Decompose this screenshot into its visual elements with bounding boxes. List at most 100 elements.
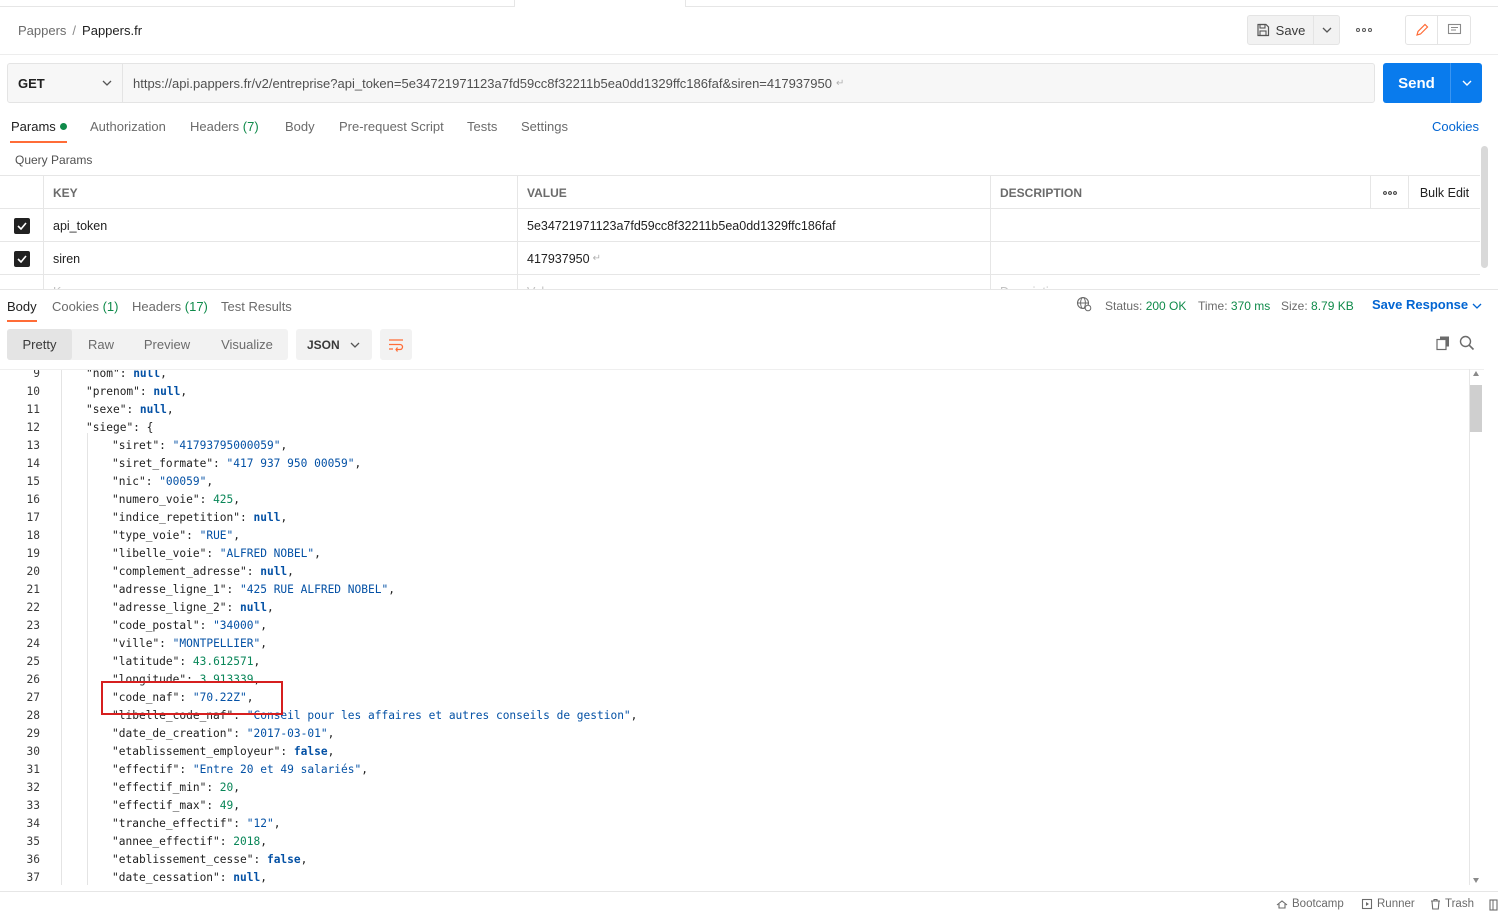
wrap-lines-button[interactable] xyxy=(380,329,412,360)
json-quote: " xyxy=(86,403,93,416)
active-request-tab[interactable] xyxy=(514,0,686,7)
param-description[interactable] xyxy=(990,209,1370,242)
breadcrumb-collection[interactable]: Pappers xyxy=(18,23,66,38)
param-checkbox[interactable] xyxy=(13,250,30,267)
json-value: "Entre 20 et 49 salariés" xyxy=(192,763,362,776)
param-key[interactable]: api_token xyxy=(43,209,517,242)
tab-response-cookies[interactable]: Cookies (1) xyxy=(52,299,118,314)
param-key-placeholder[interactable]: Key xyxy=(43,275,517,289)
param-description[interactable] xyxy=(990,242,1370,275)
json-key: date_cessation xyxy=(118,871,214,884)
save-response-button[interactable]: Save Response xyxy=(1372,297,1482,312)
send-options-button[interactable] xyxy=(1450,63,1482,103)
globe-icon[interactable] xyxy=(1076,296,1092,312)
line-number: 19 xyxy=(26,547,40,560)
save-options-button[interactable] xyxy=(1314,15,1340,45)
json-value: null xyxy=(133,369,161,380)
line-number: 20 xyxy=(26,565,40,578)
json-quote: " xyxy=(112,619,119,632)
trash-label: Trash xyxy=(1445,898,1474,910)
json-comma: , xyxy=(206,475,214,488)
response-time[interactable]: Time: 370 ms xyxy=(1198,299,1270,313)
chevron-down-icon xyxy=(1322,27,1331,33)
line-number: 30 xyxy=(26,745,40,758)
breadcrumb-request[interactable]: Pappers.fr xyxy=(82,23,142,38)
url-input[interactable]: https://api.pappers.fr/v2/entreprise?api… xyxy=(123,64,1374,102)
documentation-mode-button[interactable] xyxy=(1438,16,1470,44)
params-scrollbar[interactable] xyxy=(1481,146,1488,268)
runner-button[interactable]: Runner xyxy=(1361,898,1415,910)
view-preview-button[interactable]: Preview xyxy=(135,329,199,360)
tab-body[interactable]: Body xyxy=(285,119,315,134)
json-quote: " xyxy=(86,369,93,380)
param-value[interactable]: 417937950 ↵ xyxy=(517,242,991,275)
line-number: 25 xyxy=(26,655,40,668)
line-number: 18 xyxy=(26,529,40,542)
tab-headers[interactable]: Headers (7) xyxy=(190,119,259,134)
tab-test-results[interactable]: Test Results xyxy=(221,299,292,314)
params-active-dot xyxy=(59,123,67,130)
code-line: 18 "type_voie": "RUE", xyxy=(0,527,1468,545)
bootcamp-button[interactable]: Bootcamp xyxy=(1276,898,1344,910)
code-text: "siege": { xyxy=(86,419,153,437)
editor-scrollbar-thumb[interactable] xyxy=(1470,385,1482,432)
cookies-link[interactable]: Cookies xyxy=(1432,119,1479,134)
edit-mode-button[interactable] xyxy=(1406,16,1439,44)
param-value-placeholder[interactable]: Value xyxy=(517,275,991,289)
code-text: "complement_adresse": null, xyxy=(112,563,294,581)
param-value[interactable]: 5e34721971123a7fd59cc8f32211b5ea0dd1329f… xyxy=(517,209,991,242)
json-colon: ": xyxy=(172,655,193,668)
tab-response-body[interactable]: Body xyxy=(7,299,37,314)
json-key: type_voie xyxy=(118,529,180,542)
tab-pre-request-script[interactable]: Pre-request Script xyxy=(339,119,444,134)
send-button[interactable]: Send xyxy=(1383,63,1450,103)
json-colon: ": xyxy=(152,637,173,650)
tab-params[interactable]: Params xyxy=(11,119,67,134)
code-line: 13 "siret": "41793795000059", xyxy=(0,437,1468,455)
param-key[interactable]: siren xyxy=(43,242,517,275)
response-body-editor[interactable]: 9 "nom": null, 10 "prenom": null, 11 "sexe": … xyxy=(0,369,1484,885)
more-actions-button[interactable] xyxy=(1352,21,1376,39)
format-select[interactable]: JSON xyxy=(296,329,372,360)
search-icon[interactable] xyxy=(1459,335,1475,351)
json-colon: ": xyxy=(179,529,200,542)
code-text: "adresse_ligne_1": "425 RUE ALFRED NOBEL… xyxy=(112,581,395,599)
layout-icon[interactable] xyxy=(1489,899,1498,911)
json-value: "Conseil pour les affaires et autres con… xyxy=(246,709,631,722)
response-size[interactable]: Size: 8.79 KB xyxy=(1281,299,1354,313)
params-more-button[interactable] xyxy=(1370,176,1408,209)
tab-settings[interactable]: Settings xyxy=(521,119,568,134)
json-colon: ": xyxy=(133,385,154,398)
json-quote: " xyxy=(112,439,119,452)
trash-button[interactable]: Trash xyxy=(1430,898,1474,910)
editor-scrollbar-track[interactable] xyxy=(1469,369,1483,885)
json-comma: , xyxy=(260,637,267,650)
tab-authorization[interactable]: Authorization xyxy=(90,119,166,134)
param-checkbox[interactable] xyxy=(13,217,30,234)
view-raw-button[interactable]: Raw xyxy=(79,329,123,360)
json-quote: " xyxy=(112,727,119,740)
view-pretty-button[interactable]: Pretty xyxy=(7,329,72,360)
copy-icon[interactable] xyxy=(1435,335,1451,351)
bulk-edit-button[interactable]: Bulk Edit xyxy=(1408,176,1480,209)
json-comma: , xyxy=(280,439,288,452)
method-select[interactable]: GET xyxy=(8,64,123,102)
json-colon: ": xyxy=(172,763,193,776)
json-colon: ": xyxy=(152,439,173,452)
wrap-lines-icon xyxy=(389,338,404,352)
json-quote: " xyxy=(112,871,119,884)
url-value: https://api.pappers.fr/v2/entreprise?api… xyxy=(133,75,832,91)
table-row: siren 417937950 ↵ xyxy=(0,242,1480,275)
view-visualize-button[interactable]: Visualize xyxy=(213,329,281,360)
tab-params-label: Params xyxy=(11,119,56,134)
scroll-down-arrow[interactable] xyxy=(1473,878,1479,883)
json-comma: , xyxy=(233,781,241,794)
scroll-up-arrow[interactable] xyxy=(1473,371,1479,376)
json-key: ville xyxy=(118,637,153,650)
tab-tests[interactable]: Tests xyxy=(467,119,497,134)
save-button[interactable]: Save xyxy=(1247,15,1314,45)
line-number: 34 xyxy=(26,817,40,830)
tab-response-headers[interactable]: Headers (17) xyxy=(132,299,208,314)
json-value: 43.612571 xyxy=(192,655,254,668)
param-description-placeholder[interactable]: Description xyxy=(990,275,1370,289)
